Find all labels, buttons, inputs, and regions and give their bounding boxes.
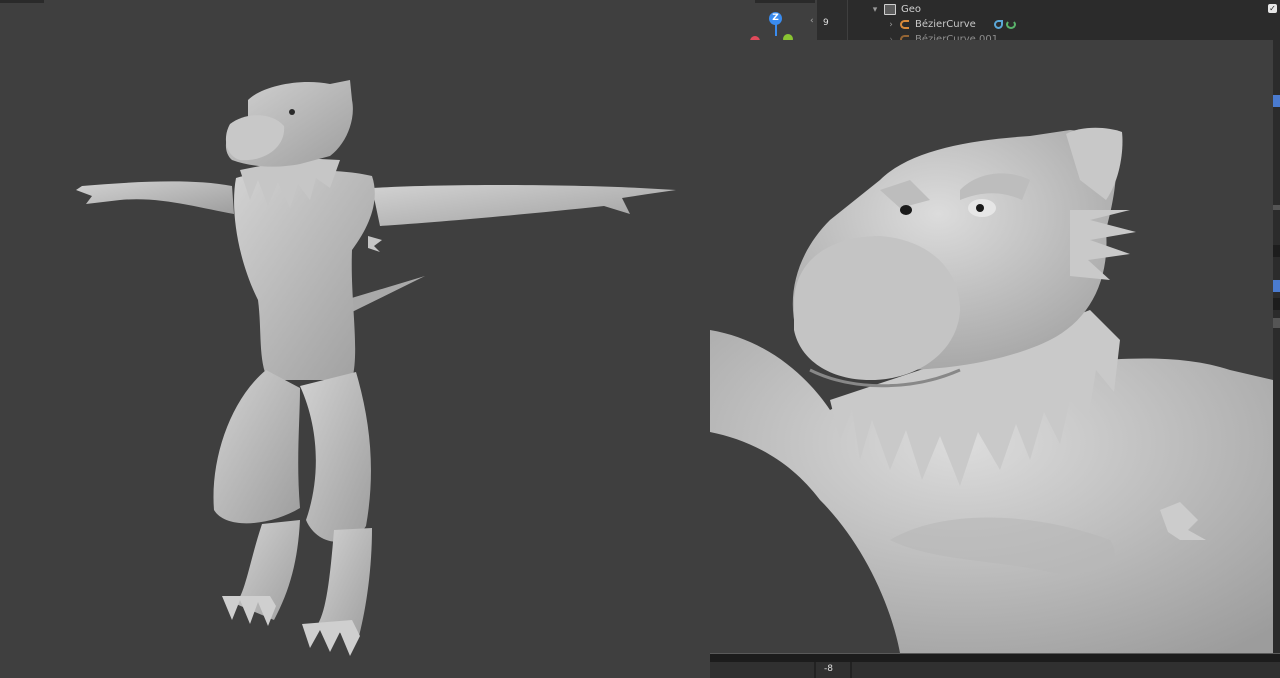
frame-number-top: 9 [823,18,829,28]
chevron-left-icon[interactable]: ‹ [810,16,814,26]
chevron-down-icon[interactable]: ▾ [870,5,880,15]
side-strip: 9 [817,0,847,40]
frame-number-bottom: -8 [824,664,833,674]
divider [814,662,816,678]
outliner-collection-row[interactable]: ▾ Geo [870,2,921,17]
gizmo-z-axis[interactable]: Z [769,12,782,25]
tab-indicator[interactable] [1272,205,1280,210]
collection-label: Geo [901,4,922,15]
tab-indicator[interactable] [1272,245,1280,257]
outliner-item-label: BézierCurve [915,19,976,30]
tab-indicator-active[interactable] [1272,280,1280,292]
gizmo-z-axis-line [775,24,777,36]
tab-indicator[interactable] [1272,298,1280,310]
outliner-panel: ▾ Geo › BézierCurve › BézierCurve.001 ✓ [848,0,1280,45]
tab-indicator[interactable] [1272,318,1280,328]
curve-icon [900,20,909,29]
chevron-right-icon[interactable]: › [886,20,896,30]
constraint-icon[interactable] [1005,20,1016,29]
divider [850,662,852,678]
collection-visibility-checkbox[interactable]: ✓ [1268,4,1277,13]
header-stub-mid [755,0,815,3]
character-full-body-tpose [76,80,676,656]
collection-icon [884,4,896,15]
closeup-render-panel[interactable] [710,40,1273,653]
outliner-item-row[interactable]: › BézierCurve [886,17,1016,32]
bottom-status-bar: -8 [710,662,1280,678]
properties-tab-strip [1272,40,1280,653]
modifier-icon[interactable] [993,20,1003,29]
tab-indicator-active[interactable] [1272,95,1280,107]
character-head-closeup [710,127,1273,653]
